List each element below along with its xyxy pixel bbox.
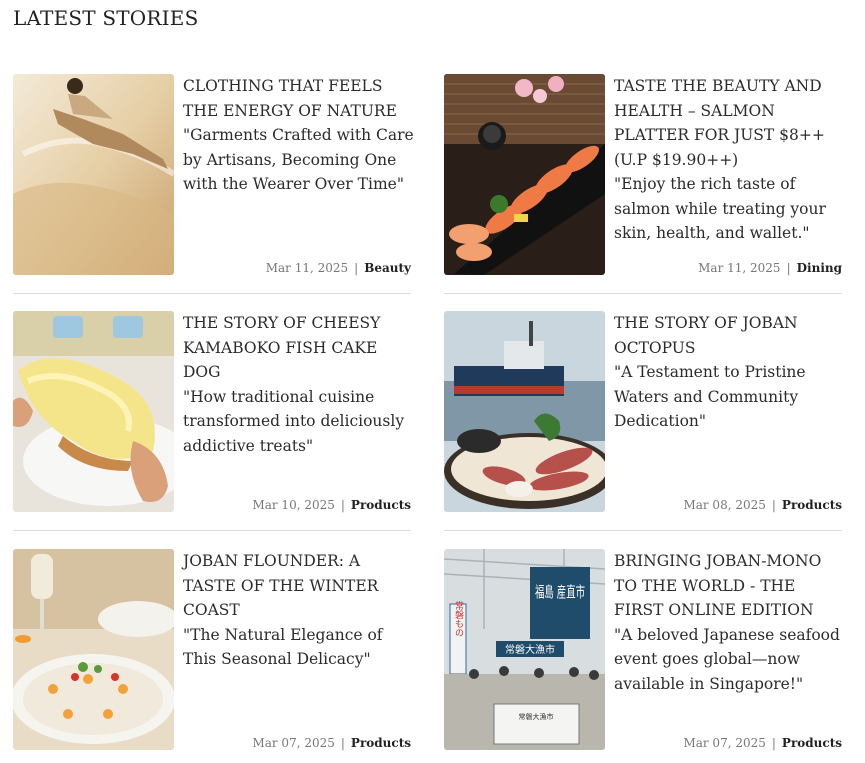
banner-right-text: 福島 産直市 — [535, 583, 585, 601]
row-divider — [13, 530, 411, 531]
story-thumbnail[interactable] — [13, 549, 174, 750]
story-category[interactable]: Products — [351, 736, 411, 750]
story-category[interactable]: Beauty — [364, 261, 411, 275]
story-title[interactable]: JOBAN FLOUNDER: A TASTE OF THE WINTER CO… — [183, 549, 415, 623]
meta-separator: | — [771, 736, 776, 750]
meta-separator: | — [340, 736, 345, 750]
story-category[interactable]: Dining — [797, 261, 842, 275]
row-divider — [444, 293, 842, 294]
meta-separator: | — [786, 261, 791, 275]
story-meta: Mar 10, 2025 | Products — [252, 498, 411, 512]
story-thumbnail[interactable] — [444, 74, 605, 275]
story-thumbnail[interactable] — [13, 311, 174, 512]
story-quote: "Enjoy the rich taste of salmon while tr… — [614, 175, 826, 242]
story-meta: Mar 11, 2025 | Beauty — [266, 261, 411, 275]
story-card[interactable]: TASTE THE BEAUTY AND HEALTH – SALMON PLA… — [444, 74, 842, 275]
story-quote: "A Testament to Pristine Waters and Comm… — [614, 363, 806, 430]
story-title[interactable]: THE STORY OF CHEESY KAMABOKO FISH CAKE D… — [183, 311, 415, 385]
story-title[interactable]: BRINGING JOBAN-MONO TO THE WORLD - THE F… — [614, 549, 846, 623]
stall-sign-text: 常磐大漁市 — [519, 712, 554, 721]
salmon-platter-photo — [444, 74, 605, 275]
story-meta: Mar 07, 2025 | Products — [252, 736, 411, 750]
story-quote: "How traditional cuisine transformed int… — [183, 387, 405, 455]
story-title[interactable]: THE STORY OF JOBAN OCTOPUS — [614, 311, 846, 360]
story-card[interactable]: JOBAN FLOUNDER: A TASTE OF THE WINTER CO… — [13, 549, 411, 750]
clothing-photo — [13, 74, 174, 275]
story-date: Mar 08, 2025 — [683, 498, 766, 512]
story-date: Mar 07, 2025 — [683, 736, 766, 750]
story-category[interactable]: Products — [782, 736, 842, 750]
story-thumbnail[interactable]: 福島 産直市 常磐大漁市 常磐もの 常磐大漁市 — [444, 549, 605, 750]
story-category[interactable]: Products — [351, 498, 411, 512]
story-quote: "The Natural Elegance of This Seasonal D… — [183, 625, 383, 669]
story-date: Mar 07, 2025 — [252, 736, 335, 750]
banner-center-text: 常磐大漁市 — [505, 643, 555, 656]
story-category[interactable]: Products — [782, 498, 842, 512]
banner-left-text: 常磐もの — [453, 600, 464, 637]
story-date: Mar 11, 2025 — [698, 261, 781, 275]
story-meta: Mar 11, 2025 | Dining — [698, 261, 842, 275]
octopus-photo — [444, 311, 605, 512]
kamaboko-dog-photo — [13, 311, 174, 512]
section-title: LATEST STORIES — [13, 6, 199, 30]
story-quote: "Garments Crafted with Care by Artisans,… — [183, 126, 414, 193]
story-meta: Mar 07, 2025 | Products — [683, 736, 842, 750]
story-card[interactable]: 福島 産直市 常磐大漁市 常磐もの 常磐大漁市 BRINGING JOBAN-M… — [444, 549, 842, 750]
flounder-photo — [13, 549, 174, 750]
story-quote: "A beloved Japanese seafood event goes g… — [614, 625, 840, 693]
story-card[interactable]: CLOTHING THAT FEELS THE ENERGY OF NATURE… — [13, 74, 414, 275]
story-meta: Mar 08, 2025 | Products — [683, 498, 842, 512]
row-divider — [13, 293, 411, 294]
story-date: Mar 11, 2025 — [265, 261, 349, 275]
market-event-photo: 福島 産直市 常磐大漁市 常磐もの 常磐大漁市 — [444, 549, 605, 750]
meta-separator: | — [771, 498, 776, 512]
story-thumbnail[interactable] — [13, 74, 174, 275]
story-title[interactable]: TASTE THE BEAUTY AND HEALTH – SALMON PLA… — [614, 74, 846, 172]
story-date: Mar 10, 2025 — [252, 498, 335, 512]
story-thumbnail[interactable] — [444, 311, 605, 512]
story-card[interactable]: THE STORY OF JOBAN OCTOPUS "A Testament … — [444, 311, 842, 512]
story-card[interactable]: THE STORY OF CHEESY KAMABOKO FISH CAKE D… — [13, 311, 411, 512]
row-divider — [444, 530, 842, 531]
story-title[interactable]: CLOTHING THAT FEELS THE ENERGY OF NATURE — [183, 74, 415, 123]
meta-separator: | — [340, 498, 345, 512]
meta-separator: | — [354, 261, 359, 275]
